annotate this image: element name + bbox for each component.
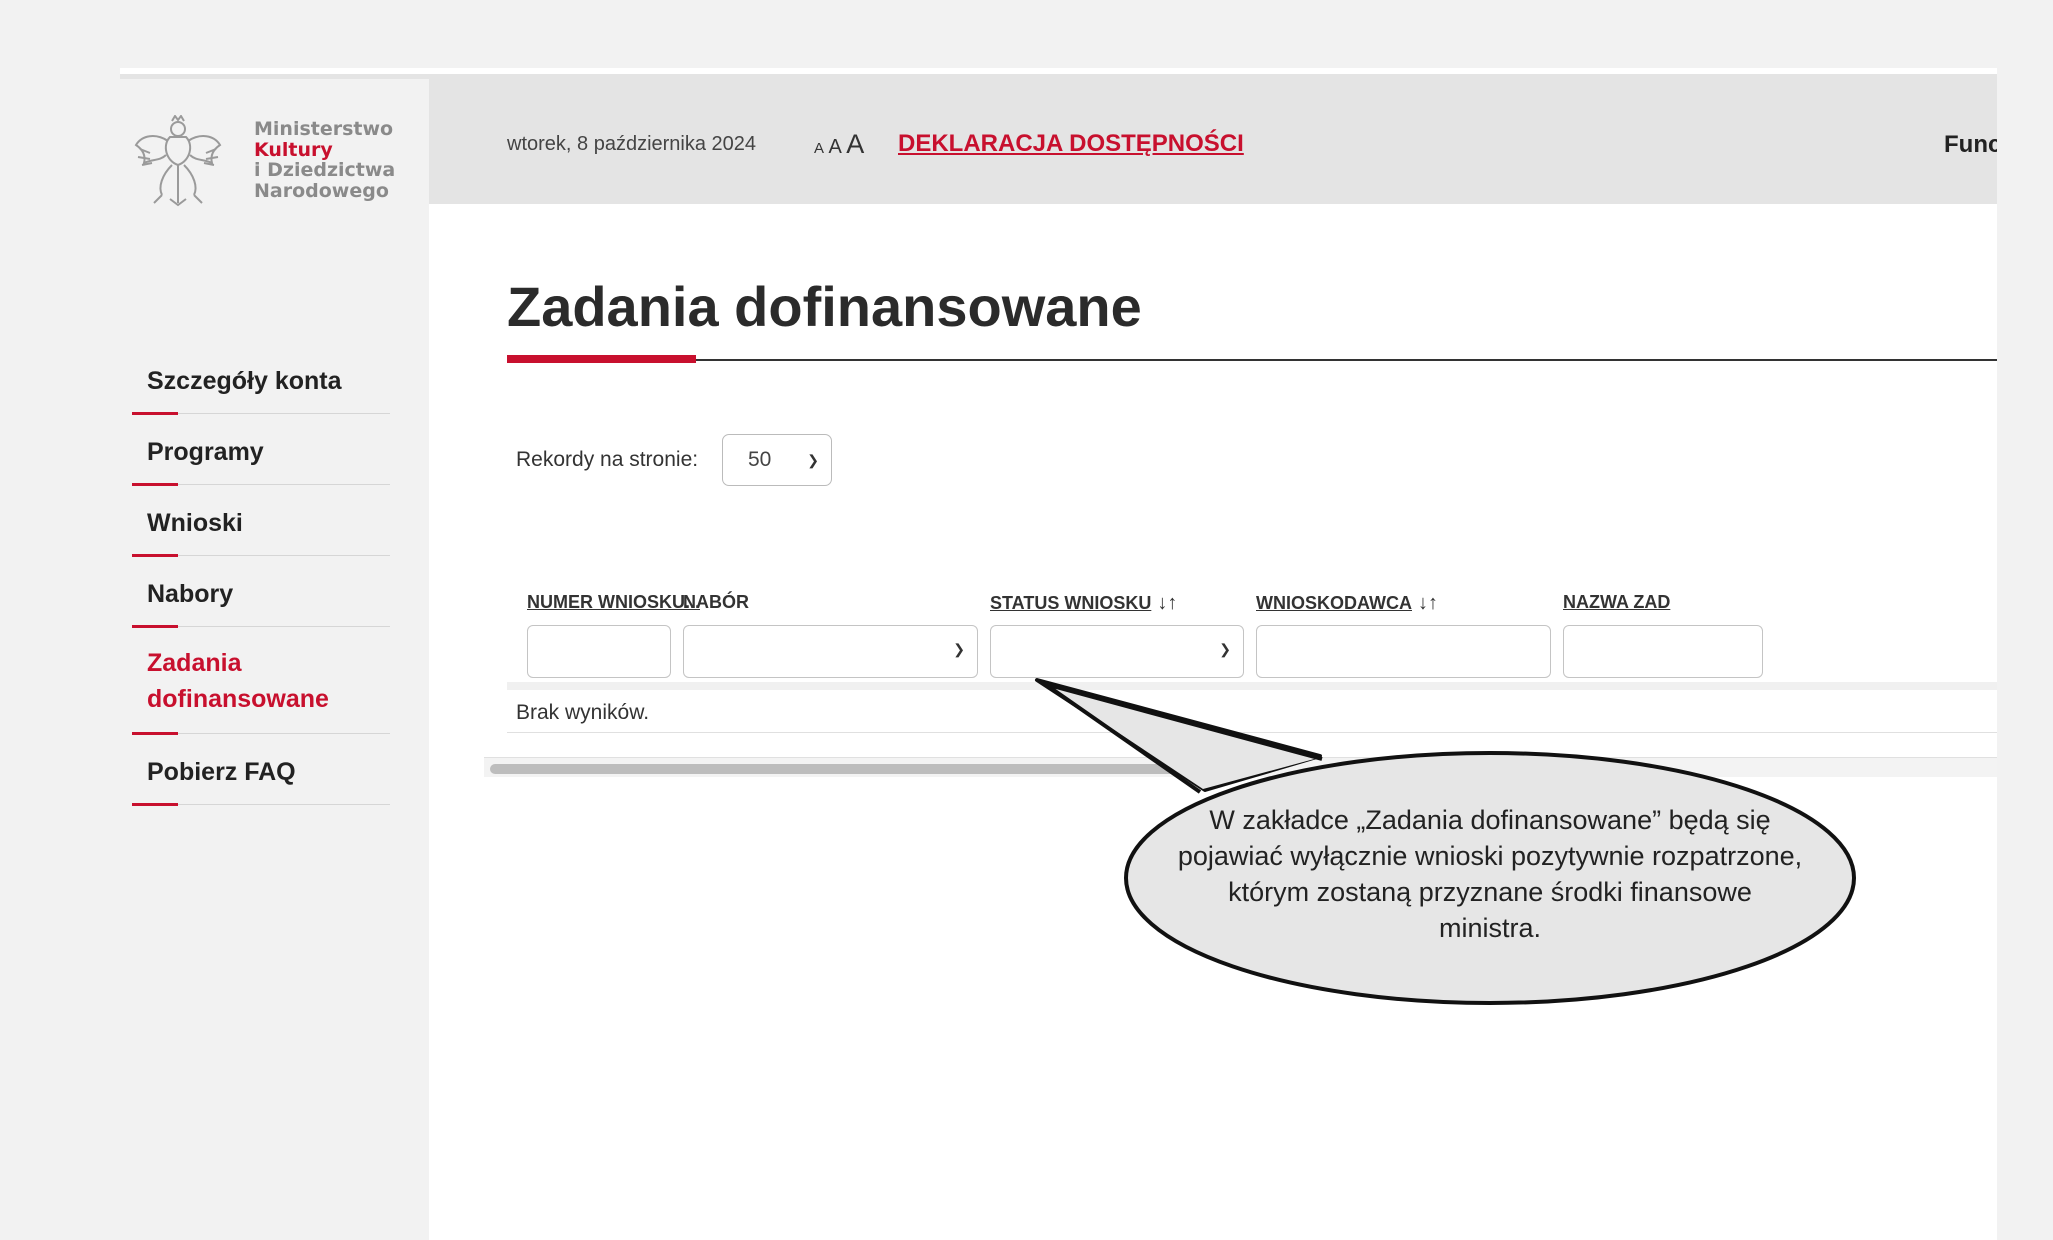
column-header-call: NABÓR: [683, 592, 749, 613]
column-header-label: STATUS WNIOSKU: [990, 593, 1152, 613]
logo-line: Narodowego: [254, 179, 389, 202]
main-content: Zadania dofinansowane Rekordy na stronie…: [429, 204, 1997, 1240]
chevron-down-icon: ❯: [807, 452, 819, 468]
column-header-application-number[interactable]: NUMER WNIOSKU...: [527, 592, 700, 613]
font-size-controls: A A A: [814, 129, 864, 160]
scrollbar-thumb[interactable]: [490, 764, 1180, 774]
sidebar-item-calls[interactable]: Nabory: [132, 556, 390, 628]
records-per-page-label: Rekordy na stronie:: [516, 448, 699, 471]
sidebar-item-funded-tasks[interactable]: Zadania dofinansowane: [132, 627, 390, 735]
records-per-page-value: 50: [748, 448, 772, 471]
sidebar-item-label: Programy: [147, 438, 264, 466]
eagle-emblem-icon: [134, 115, 222, 207]
sidebar-item-account-details[interactable]: Szczegóły konta: [132, 343, 390, 415]
column-header-applicant[interactable]: WNIOSKODAWCA ↓↑: [1256, 592, 1438, 615]
table-divider: [507, 732, 1997, 733]
accessibility-declaration-link[interactable]: DEKLARACJA DOSTĘPNOŚCI: [898, 130, 1244, 158]
font-size-large-button[interactable]: A: [846, 129, 864, 159]
sidebar-item-download-faq[interactable]: Pobierz FAQ: [132, 734, 390, 806]
app-window: Ministerstwo Kultury i Dziedzictwa Narod…: [120, 68, 1997, 1240]
horizontal-scrollbar[interactable]: [484, 757, 1997, 777]
top-header: wtorek, 8 października 2024 A A A DEKLAR…: [429, 79, 1997, 204]
title-accent-bar: [507, 355, 696, 363]
sidebar-item-applications[interactable]: Wnioski: [132, 485, 390, 557]
logo-line: Ministerstwo: [254, 118, 394, 140]
sidebar: Ministerstwo Kultury i Dziedzictwa Narod…: [120, 79, 429, 1240]
sidebar-item-programs[interactable]: Programy: [132, 414, 390, 486]
table-header-separator: [507, 682, 1997, 690]
sidebar-item-label: Szczegóły konta: [147, 367, 342, 395]
ministry-logo[interactable]: Ministerstwo Kultury i Dziedzictwa Narod…: [132, 115, 412, 211]
current-date: wtorek, 8 października 2024: [507, 133, 757, 155]
empty-results-message: Brak wyników.: [516, 701, 650, 724]
chevron-down-icon: ❯: [953, 641, 965, 657]
column-header-status[interactable]: STATUS WNIOSKU ↓↑: [990, 592, 1177, 615]
column-header-task-name[interactable]: NAZWA ZAD: [1563, 592, 1670, 613]
column-header-label: NUMER WNIOSKU...: [527, 592, 700, 612]
logo-wordmark: Ministerstwo Kultury i Dziedzictwa Narod…: [254, 119, 395, 201]
column-header-label: NAZWA ZAD: [1563, 592, 1671, 612]
logo-line: Kultury: [254, 138, 333, 161]
chevron-down-icon: ❯: [1219, 641, 1231, 657]
sidebar-item-label: Pobierz FAQ: [147, 758, 296, 786]
sidebar-item-label: Nabory: [147, 580, 234, 608]
title-divider: [507, 359, 1997, 361]
header-right-link[interactable]: Func: [1944, 131, 1997, 159]
sidebar-item-label: Wnioski: [147, 509, 243, 537]
page-title: Zadania dofinansowane: [507, 275, 1142, 338]
column-header-label: NABÓR: [683, 592, 749, 612]
filter-application-number-input[interactable]: [527, 625, 671, 678]
sort-icon[interactable]: ↓↑: [1418, 592, 1438, 614]
sort-icon[interactable]: ↓↑: [1157, 592, 1177, 614]
font-size-small-button[interactable]: A: [814, 140, 824, 157]
sidebar-item-label: Zadania dofinansowane: [147, 649, 329, 713]
filter-call-select[interactable]: ❯: [683, 625, 978, 678]
records-per-page-select[interactable]: 50 ❯: [722, 434, 832, 486]
filter-applicant-input[interactable]: [1256, 625, 1551, 678]
filter-status-select[interactable]: ❯: [990, 625, 1244, 678]
callout-text: W zakładce „Zadania dofinansowane” będą …: [1177, 805, 1803, 943]
logo-line: i Dziedzictwa: [254, 159, 396, 181]
sidebar-nav: Szczegóły konta Programy Wnioski Nabory …: [132, 343, 390, 806]
font-size-medium-button[interactable]: A: [828, 136, 841, 158]
column-header-label: WNIOSKODAWCA: [1256, 593, 1412, 613]
filter-task-name-input[interactable]: [1563, 625, 1763, 678]
